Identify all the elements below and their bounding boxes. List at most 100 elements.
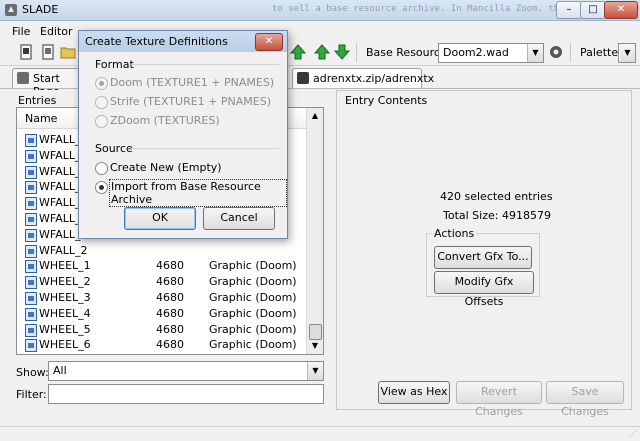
entry-type: Marker	[209, 354, 247, 355]
show-label: Show:	[16, 366, 49, 379]
window-title: SLADE	[22, 3, 59, 16]
tab-adrenxtx[interactable]: adrenxtx.zip/adrenxtx	[292, 68, 434, 88]
menu-editor[interactable]: Editor	[40, 25, 73, 38]
tab-start-page[interactable]: Start Page	[12, 68, 80, 98]
menu-file[interactable]: File	[12, 25, 30, 38]
scroll-down-icon[interactable]: ▼	[307, 338, 323, 354]
palette-label: Palette:	[580, 46, 622, 59]
convert-gfx-button[interactable]: Convert Gfx To...	[434, 246, 532, 269]
arrow-up-icon[interactable]	[313, 44, 331, 60]
title-bar: SLADE to sell a base resource archive. I…	[0, 0, 640, 21]
resize-grip-icon[interactable]: ⋰	[629, 429, 637, 438]
entry-type: Graphic (Doom)	[209, 275, 297, 289]
graphic-icon	[25, 181, 37, 195]
format-doom-label: Doom (TEXTURE1 + PNAMES)	[110, 76, 275, 89]
format-zdoom-radio[interactable]	[95, 115, 108, 128]
graphic-icon	[25, 292, 37, 305]
source-separator	[131, 148, 279, 149]
cancel-button[interactable]: Cancel	[203, 207, 275, 230]
table-row[interactable]: WHEEL_3 4680 Graphic (Doom)	[17, 290, 307, 306]
format-separator	[131, 64, 279, 65]
graphic-icon	[25, 244, 37, 258]
minimize-button[interactable]: –	[556, 1, 582, 19]
column-name-header[interactable]: Name	[25, 112, 57, 125]
graphic-icon	[25, 323, 37, 337]
source-section-title: Source	[95, 142, 133, 155]
new-archive-icon[interactable]	[18, 44, 34, 60]
table-row[interactable]: WHEEL_2 4680 Graphic (Doom)	[17, 274, 307, 290]
graphic-icon	[25, 197, 37, 211]
source-create-new-label: Create New (Empty)	[110, 161, 222, 174]
graphic-icon	[25, 228, 37, 242]
entries-title: Entries	[18, 94, 57, 107]
entry-type: Graphic (Doom)	[209, 338, 297, 352]
entry-type: Graphic (Doom)	[209, 259, 297, 273]
source-import-radio[interactable]	[95, 181, 108, 194]
base-resource-value: Doom2.wad	[443, 46, 509, 59]
format-doom-radio[interactable]	[95, 77, 108, 90]
status-bar: ⋰	[0, 426, 640, 441]
graphic-icon	[25, 149, 37, 163]
entry-contents-title: Entry Contents	[345, 94, 428, 107]
modify-gfx-offsets-button[interactable]: Modify Gfx Offsets	[434, 271, 534, 308]
filter-input[interactable]	[48, 384, 324, 404]
table-row[interactable]: WFALL_2	[17, 243, 307, 259]
palette-select[interactable]: ▼	[618, 43, 636, 63]
arrow-down-icon[interactable]	[333, 44, 351, 60]
total-size-text: Total Size: 4918579	[443, 209, 551, 222]
list-scrollbar[interactable]: ▲ ▼	[306, 108, 323, 354]
entry-type: Graphic (Doom)	[209, 322, 297, 336]
table-row[interactable]: WHEEL_4 4680 Graphic (Doom)	[17, 306, 307, 322]
base-resource-select[interactable]: Doom2.wad ▼	[438, 43, 544, 63]
close-button[interactable]: ✕	[604, 1, 638, 19]
move-up-icon[interactable]	[289, 44, 307, 60]
entry-size: 4680	[156, 291, 184, 304]
table-row[interactable]: WHEEL_5 4680 Graphic (Doom)	[17, 322, 307, 338]
scroll-up-icon[interactable]: ▲	[307, 108, 323, 124]
show-select[interactable]: All ▼	[48, 361, 324, 381]
tab-label: adrenxtx.zip/adrenxtx	[313, 72, 435, 85]
graphic-icon	[25, 260, 37, 274]
entry-size: 4680	[156, 322, 184, 336]
entry-name: WHEEL_6	[39, 338, 91, 352]
save-changes-button[interactable]: Save Changes	[546, 381, 624, 418]
format-zdoom-label: ZDoom (TEXTURES)	[110, 114, 220, 127]
revert-changes-button[interactable]: Revert Changes	[456, 381, 542, 418]
format-strife-radio[interactable]	[95, 96, 108, 109]
table-row[interactable]: WHEEL_1 4680 Graphic (Doom)	[17, 258, 307, 274]
entry-size: 4680	[156, 306, 184, 320]
graphic-icon	[25, 165, 37, 179]
ok-button[interactable]: OK	[124, 207, 196, 230]
entry-size: 0	[156, 354, 163, 355]
table-row[interactable]: WHEEL_6 4680 Graphic (Doom)	[17, 337, 307, 353]
slade-app-icon	[4, 3, 18, 17]
selected-count-text: 420 selected entries	[440, 190, 553, 203]
slade-tab-icon	[17, 72, 29, 87]
open-folder-icon[interactable]	[60, 44, 76, 60]
actions-title: Actions	[432, 227, 477, 240]
entry-name: WHEEL_2	[39, 275, 91, 289]
source-import-label: Import from Base Resource Archive	[109, 179, 287, 207]
maximize-button[interactable]: □	[580, 1, 606, 19]
view-as-hex-button[interactable]: View as Hex	[378, 381, 450, 404]
graphic-icon	[25, 339, 37, 353]
entry-name: WHEEL_4	[39, 306, 91, 320]
graphic-icon	[25, 213, 37, 226]
format-section-title: Format	[95, 58, 134, 71]
entry-size: 4680	[156, 275, 184, 289]
source-create-new-radio[interactable]	[95, 162, 108, 175]
dialog-close-button[interactable]: ✕	[255, 33, 283, 51]
table-row[interactable]: ▭P_END0Marker	[17, 353, 307, 355]
dialog-title-bar: Create Texture Definitions ✕	[79, 31, 287, 52]
new-zip-icon[interactable]	[40, 44, 56, 60]
toolbar-separator	[356, 43, 357, 62]
chevron-down-icon: ▼	[527, 44, 543, 62]
dialog-title: Create Texture Definitions	[85, 35, 228, 48]
filter-label: Filter:	[16, 388, 47, 401]
graphic-icon	[25, 276, 37, 290]
chevron-down-icon: ▼	[307, 362, 323, 380]
entry-name: WHEEL_1	[39, 259, 91, 273]
entry-name: P_END	[39, 354, 75, 355]
gear-icon[interactable]	[548, 44, 564, 60]
create-texture-definitions-dialog: Create Texture Definitions ✕ Format Doom…	[78, 30, 288, 239]
